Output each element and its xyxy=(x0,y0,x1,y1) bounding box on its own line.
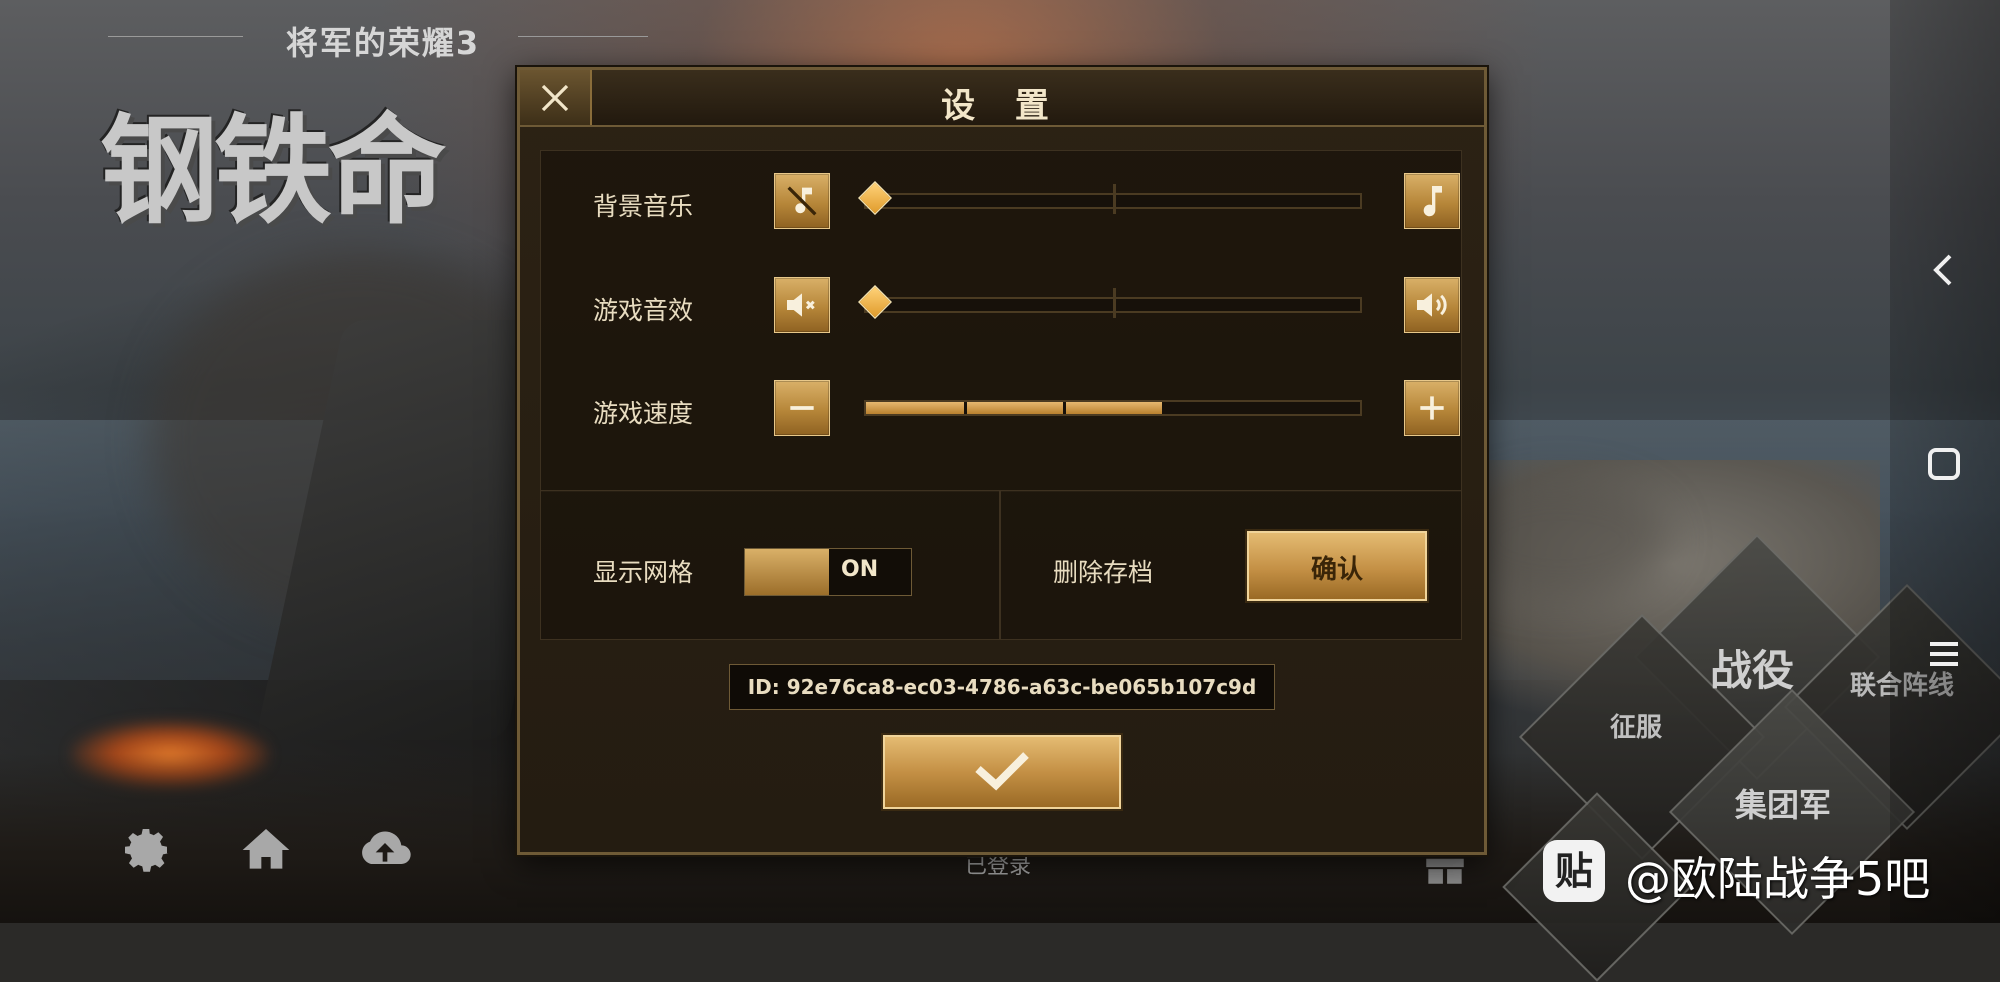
confirm-label: 确认 xyxy=(1310,555,1363,585)
bgm-volume-slider[interactable] xyxy=(858,181,1362,215)
sfx-mute-button[interactable] xyxy=(774,277,830,333)
sfx-label: 游戏音效 xyxy=(593,296,694,325)
sfx-volume-slider[interactable] xyxy=(858,285,1362,319)
settings-gear-icon[interactable] xyxy=(118,822,174,878)
bgm-slider-knob[interactable] xyxy=(858,181,892,215)
speed-segment xyxy=(964,402,1064,414)
dialog-title: 设 置 xyxy=(941,86,1063,126)
speed-segment-divider xyxy=(1062,402,1066,414)
audio-settings-panel: 背景音乐 游戏音效 游戏速度 xyxy=(540,150,1462,492)
game-subtitle-row: 将军的荣耀3 xyxy=(108,18,648,62)
toggle-state: ON xyxy=(841,557,879,582)
player-id-box: ID: 92e76ca8-ec03-4786-a63c-be065b107c9d xyxy=(729,664,1275,710)
delete-save-confirm-button[interactable]: 确认 xyxy=(1247,531,1427,601)
back-icon[interactable] xyxy=(1920,246,1968,294)
divider xyxy=(999,491,1001,639)
watermark-text: @欧陆战争5吧 xyxy=(1625,852,1931,906)
settings-dialog: 设 置 背景音乐 游戏音效 游戏速度 显示网格 ON 删除存档 确认 ID: 9… xyxy=(517,67,1487,855)
home-icon[interactable] xyxy=(238,822,294,878)
plus-icon xyxy=(1420,396,1444,420)
speed-slider[interactable] xyxy=(864,400,1362,416)
grid-toggle[interactable]: ON xyxy=(744,548,912,596)
sfx-slider-knob[interactable] xyxy=(858,285,892,319)
army-group-label: 集团军 xyxy=(1735,786,1832,824)
checkmark-icon xyxy=(975,752,1029,791)
cloud-upload-icon[interactable] xyxy=(354,822,416,878)
bgm-off-button[interactable] xyxy=(774,173,830,229)
dialog-header: 设 置 xyxy=(520,70,1484,127)
options-panel: 显示网格 ON 删除存档 确认 xyxy=(540,490,1462,640)
ok-button[interactable] xyxy=(883,735,1121,809)
toggle-fill xyxy=(745,549,829,595)
speed-decrease-button[interactable] xyxy=(774,380,830,436)
home-square-icon[interactable] xyxy=(1920,440,1968,488)
tieba-logo-icon: 贴 xyxy=(1543,840,1605,902)
player-id: ID: 92e76ca8-ec03-4786-a63c-be065b107c9d xyxy=(747,675,1257,699)
minus-icon xyxy=(790,406,814,410)
conquest-label: 征服 xyxy=(1610,713,1663,743)
campaign-label: 战役 xyxy=(1710,646,1795,695)
delete-save-label: 删除存档 xyxy=(1053,558,1154,587)
speaker-mute-icon xyxy=(787,293,815,317)
speaker-on-icon xyxy=(1417,293,1447,317)
speed-increase-button[interactable] xyxy=(1404,380,1460,436)
bgm-on-button[interactable] xyxy=(1404,173,1460,229)
close-button[interactable] xyxy=(520,70,592,125)
menu-lines-icon[interactable] xyxy=(1920,630,1968,678)
slider-midpoint xyxy=(1113,288,1116,318)
speed-segment xyxy=(1063,402,1163,414)
game-logo: 钢铁命 xyxy=(100,101,446,240)
speed-label: 游戏速度 xyxy=(593,399,694,428)
game-subtitle: 将军的荣耀3 xyxy=(285,24,481,62)
slider-midpoint xyxy=(1113,184,1116,214)
grid-label: 显示网格 xyxy=(593,558,694,587)
bgm-label: 背景音乐 xyxy=(593,192,694,221)
speed-segment-divider xyxy=(963,402,967,414)
speed-segment xyxy=(866,402,965,414)
system-nav-bar xyxy=(1890,0,2000,923)
divider xyxy=(518,36,648,37)
music-note-icon xyxy=(1423,186,1442,217)
music-off-icon xyxy=(787,186,817,216)
close-icon xyxy=(541,84,569,112)
divider xyxy=(108,36,243,37)
sfx-on-button[interactable] xyxy=(1404,277,1460,333)
